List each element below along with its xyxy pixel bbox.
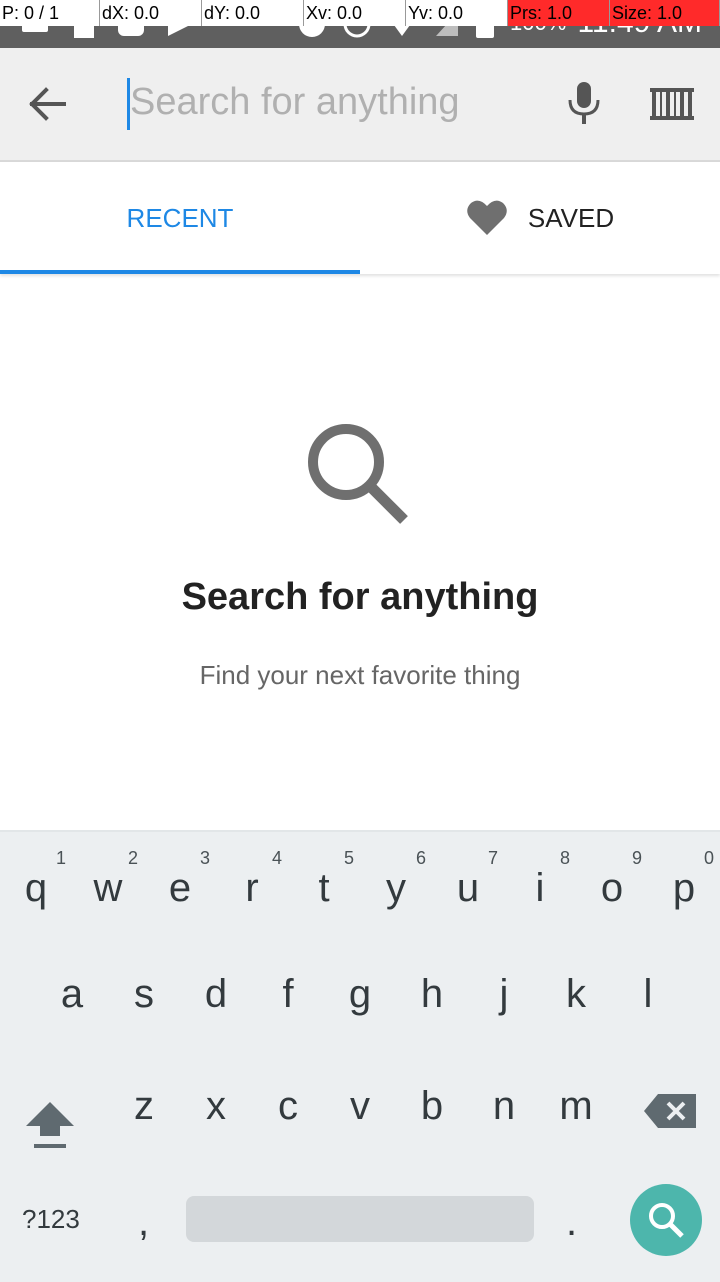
key-hint: 5 [343,848,354,868]
key-hint: 8 [559,848,570,868]
tab-saved-label: SAVED [527,202,615,233]
debug-yv: Yv: 0.0 [406,0,508,26]
key-b[interactable]: b [396,1084,468,1129]
key-label: y [386,866,406,910]
search-icon [308,424,408,524]
key-label: c [278,1084,298,1128]
key-label: w [93,866,123,910]
key-label: v [350,1084,370,1128]
key-w[interactable]: 2w [72,848,144,930]
key-label: q [24,866,48,910]
key-label: t [318,866,330,910]
key-o[interactable]: 9o [576,848,648,930]
key-hint: 9 [631,848,642,868]
key-label: d [204,972,228,1016]
debug-size: Size: 1.0 [610,0,720,26]
search-input[interactable] [128,74,550,130]
text-cursor [127,78,130,130]
key-m[interactable]: m [540,1084,612,1129]
key-t[interactable]: 5t [288,848,360,930]
search-icon [649,1203,684,1238]
key-hint: 6 [415,848,426,868]
key-p[interactable]: 0p [648,848,720,930]
period-key[interactable]: . [566,1200,577,1245]
key-e[interactable]: 3e [144,848,216,930]
empty-state-title: Search for anything [181,576,539,618]
key-label: o [600,866,624,910]
empty-state-subtitle: Find your next favorite thing [199,660,521,690]
tab-recent-label: RECENT [126,202,234,233]
heart-icon [467,200,507,235]
tab-recent[interactable]: RECENT [0,162,360,274]
key-label: h [420,972,444,1016]
debug-dy: dY: 0.0 [202,0,304,26]
key-label: x [206,1084,226,1128]
spacebar[interactable] [186,1196,534,1242]
key-i[interactable]: 8i [504,848,576,930]
key-label: a [60,972,84,1016]
key-f[interactable]: f [252,972,324,1017]
key-label: n [492,1084,516,1128]
key-label: z [134,1084,154,1128]
key-label: f [282,972,294,1016]
key-label: k [566,972,586,1016]
key-label: m [559,1084,593,1128]
back-arrow-icon[interactable] [20,80,76,128]
debug-pointer: P: 0 / 1 [0,0,100,26]
key-label: j [499,972,509,1016]
key-q[interactable]: 1q [0,848,72,930]
key-l[interactable]: l [612,972,684,1017]
key-hint: 2 [127,848,138,868]
debug-pressure: Prs: 1.0 [508,0,610,26]
key-v[interactable]: v [324,1084,396,1129]
key-y[interactable]: 6y [360,848,432,930]
key-c[interactable]: c [252,1084,324,1129]
key-g[interactable]: g [324,972,396,1017]
barcode-scanner-icon[interactable] [648,84,696,124]
key-label: i [535,866,545,910]
key-label: l [643,972,653,1016]
tab-saved[interactable]: SAVED [360,162,720,274]
key-label: r [245,866,259,910]
status-bar: 100% 11:49 AM P: 0 / 1 dX: 0.0 dY: 0.0 X… [0,0,720,48]
shift-icon[interactable] [24,1100,76,1150]
key-label: s [134,972,154,1016]
key-z[interactable]: z [108,1084,180,1129]
key-h[interactable]: h [396,972,468,1017]
key-hint: 1 [55,848,66,868]
key-d[interactable]: d [180,972,252,1017]
microphone-icon[interactable] [562,80,606,128]
search-toolbar [0,48,720,162]
key-label: e [168,866,192,910]
backspace-icon[interactable] [644,1094,696,1128]
key-hint: 7 [487,848,498,868]
key-hint: 3 [199,848,210,868]
key-label: u [456,866,480,910]
tab-indicator [0,270,360,274]
comma-key[interactable]: , [138,1200,149,1245]
key-hint: 4 [271,848,282,868]
soft-keyboard: 1q2w3e4r5t6y7u8i9o0p asdfghjkl zxcvbnm ?… [0,830,720,1282]
symbols-key[interactable]: ?123 [22,1204,80,1235]
key-label: b [420,1084,444,1128]
key-n[interactable]: n [468,1084,540,1129]
key-j[interactable]: j [468,972,540,1017]
tab-bar: RECENT SAVED [0,162,720,274]
key-label: p [672,866,696,910]
debug-dx: dX: 0.0 [100,0,202,26]
key-r[interactable]: 4r [216,848,288,930]
key-hint: 0 [703,848,714,868]
key-a[interactable]: a [36,972,108,1017]
key-x[interactable]: x [180,1084,252,1129]
key-k[interactable]: k [540,972,612,1017]
keyboard-search-button[interactable] [630,1184,702,1256]
key-label: g [348,972,372,1016]
debug-xv: Xv: 0.0 [304,0,406,26]
key-s[interactable]: s [108,972,180,1017]
key-u[interactable]: 7u [432,848,504,930]
